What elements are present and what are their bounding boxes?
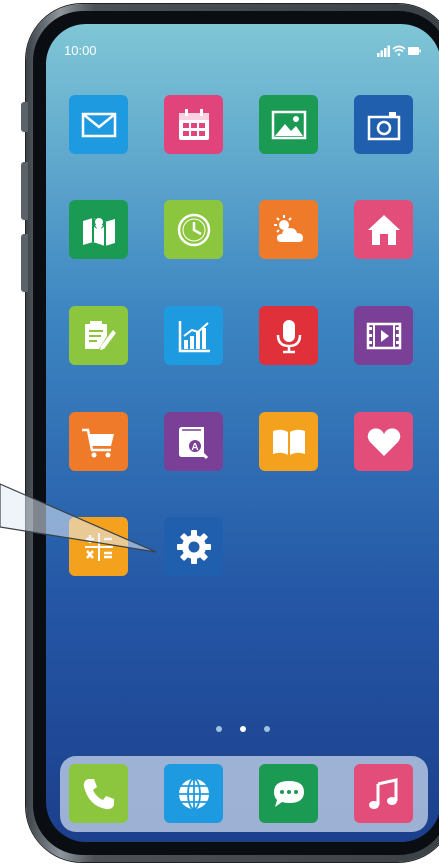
status-icons [377,45,421,57]
microphone-icon [276,319,301,353]
maps-app[interactable] [69,200,128,259]
envelope-icon [81,112,116,137]
calculator-app[interactable] [69,517,128,576]
dictionary-app[interactable]: A [164,412,223,471]
clock-app[interactable] [164,200,223,259]
music-note-icon [368,777,397,809]
chart-icon [178,320,210,352]
messages-app[interactable] [259,764,318,823]
signal-icon [377,45,390,57]
page-dot-2[interactable] [240,726,246,732]
mail-app[interactable] [69,95,128,154]
videos-app[interactable] [354,306,413,365]
settings-app[interactable] [164,517,223,576]
voice-memos-app[interactable] [259,306,318,365]
phone-icon [83,778,114,809]
calendar-app[interactable] [164,95,223,154]
cart-icon [81,428,114,457]
svg-text:A: A [191,442,198,453]
wifi-icon [392,45,406,56]
notes-app[interactable] [69,306,128,365]
globe-icon [178,777,209,810]
photos-app[interactable] [259,95,318,154]
music-app[interactable] [354,764,413,823]
notes-icon [84,320,116,350]
status-bar: 10:00 [64,43,421,59]
health-app[interactable] [354,412,413,471]
shopping-app[interactable] [69,412,128,471]
browser-app[interactable] [164,764,223,823]
phone-app[interactable] [69,764,128,823]
chat-icon [273,780,304,807]
film-icon [366,322,401,349]
camera-icon [367,111,400,140]
calculator-icon [84,532,113,561]
book-search-icon: A [178,426,208,459]
image-icon [271,110,306,139]
gear-icon [176,529,211,564]
weather-icon [273,214,303,242]
weather-app[interactable] [259,200,318,259]
clock-icon [177,213,210,246]
status-time: 10:00 [64,43,97,58]
dock [60,756,428,832]
heart-icon [367,427,400,456]
map-icon [82,216,115,246]
volume-down-button [21,234,28,292]
open-book-icon [272,429,305,455]
volume-up-button [21,162,28,220]
camera-app[interactable] [354,95,413,154]
page-indicator[interactable] [46,724,439,734]
page-dot-1[interactable] [216,726,222,732]
home-screen: 10:00 A [46,24,439,842]
stocks-app[interactable] [164,306,223,365]
page-dot-3[interactable] [264,726,270,732]
house-icon [367,214,400,245]
books-app[interactable] [259,412,318,471]
calendar-icon [178,108,209,140]
battery-icon [408,47,421,55]
home-app[interactable] [354,200,413,259]
side-button [21,102,28,132]
